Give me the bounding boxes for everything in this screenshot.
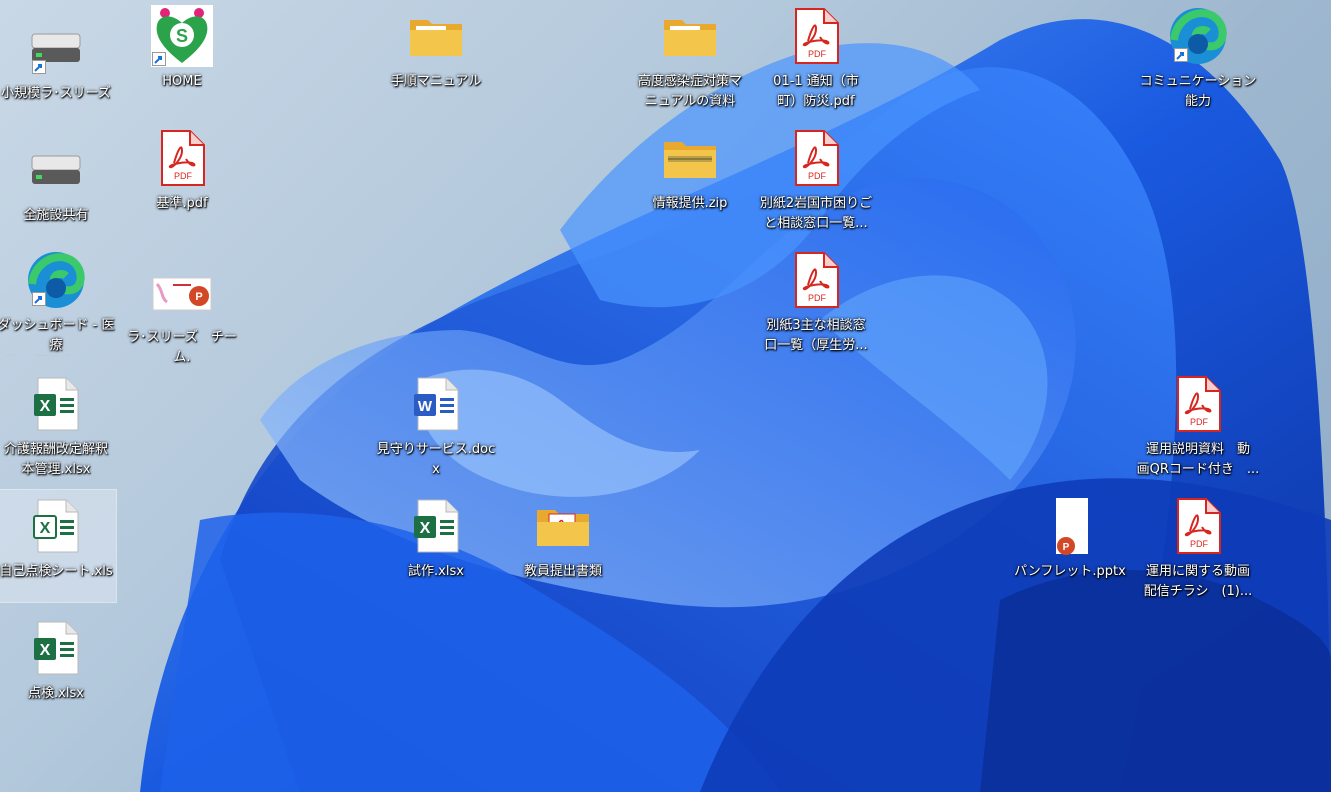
svg-text:X: X xyxy=(40,642,51,659)
edge-shortcut-icon xyxy=(24,248,88,312)
icon-label: 小規模ラ･スリーズ xyxy=(1,86,111,101)
pdf-badge-text: PDF xyxy=(1190,539,1209,549)
pdf-file-icon: PDF xyxy=(1166,372,1230,436)
icon-label: 点検.xlsx xyxy=(28,686,84,701)
icon-label: コミュニケーション能力 に対する企業と新... xyxy=(1139,74,1257,109)
drive-shortcut-icon xyxy=(24,138,88,202)
pdf-file-icon: PDF xyxy=(784,4,848,68)
desktop-icon-team-pptx[interactable]: P ラ･スリーズ チーム. pptx xyxy=(122,256,242,368)
icon-label: 自己点検シート.xls xyxy=(0,564,113,579)
pdf-file-icon: PDF xyxy=(784,126,848,190)
home-shortcut-icon: S xyxy=(150,4,214,68)
icon-label: 見守りサービス.docx xyxy=(376,442,496,477)
icon-label: 介護報酬改定解釈 本管理.xlsx xyxy=(3,442,108,477)
desktop-icon-shisaku-xlsx[interactable]: X 試作.xlsx xyxy=(376,490,496,602)
excel-file-icon: X xyxy=(404,494,468,558)
icon-label: ダッシュボード - 医療 法人 新生会 — ... xyxy=(0,318,115,353)
desktop-icon-bessi2-pdf[interactable]: PDF 別紙2岩国市困りご と相談窓口一覧... xyxy=(756,122,876,234)
excel-file-icon: X xyxy=(24,372,88,436)
svg-text:P: P xyxy=(195,291,202,303)
svg-text:X: X xyxy=(40,398,51,415)
icon-label: 高度感染症対策マ ニュアルの資料 xyxy=(637,74,742,109)
desktop-icon-operation-guide-pdf[interactable]: PDF 運用説明資料 動 画QRコード付き ... xyxy=(1136,368,1260,480)
svg-text:W: W xyxy=(418,398,433,415)
desktop-icon-video-flyer-pdf[interactable]: PDF 運用に関する動画 配信チラシ (1)... xyxy=(1138,490,1258,602)
pdf-badge-text: PDF xyxy=(1190,417,1209,427)
icon-label: HOME xyxy=(162,74,202,89)
pdf-badge-text: PDF xyxy=(174,171,193,181)
desktop-icon-info-zip[interactable]: 情報提供.zip xyxy=(630,122,750,234)
desktop-icon-bessi3-pdf[interactable]: PDF 別紙3主な相談窓 口一覧（厚生労... xyxy=(756,244,876,356)
icon-label: 別紙3主な相談窓 口一覧（厚生労... xyxy=(764,318,868,353)
desktop-icon-communication-shortcut[interactable]: コミュニケーション能力 に対する企業と新... xyxy=(1138,0,1258,112)
icon-label: 01-1 通知（市 町）防災.pdf xyxy=(773,74,859,109)
edge-shortcut-icon xyxy=(1166,4,1230,68)
icon-label: 試作.xlsx xyxy=(408,564,464,579)
icon-label: 基準.pdf xyxy=(156,196,208,211)
desktop-icon-kaigo-xlsx[interactable]: X 介護報酬改定解釈 本管理.xlsx xyxy=(0,368,116,480)
desktop-icon-kijun-pdf[interactable]: PDF 基準.pdf xyxy=(122,122,242,234)
folder-icon xyxy=(658,4,722,68)
desktop-icon-shared-all-facilities[interactable]: 全施設共有 xyxy=(0,134,116,246)
pdf-badge-text: PDF xyxy=(808,49,827,59)
excel-file-icon: X xyxy=(24,616,88,680)
svg-text:S: S xyxy=(176,26,188,46)
pptx-file-icon: P xyxy=(1038,494,1102,558)
drive-shortcut-icon xyxy=(24,16,88,80)
icon-label: 手順マニュアル xyxy=(390,74,482,89)
desktop-icon-procedure-manual-folder[interactable]: 手順マニュアル xyxy=(376,0,496,112)
desktop-icon-tenken-xlsx[interactable]: X 点検.xlsx xyxy=(0,612,116,724)
pdf-file-icon: PDF xyxy=(150,126,214,190)
folder-pdf-icon xyxy=(531,494,595,558)
svg-text:P: P xyxy=(1063,542,1070,553)
excel-file-icon: X xyxy=(24,494,88,558)
desktop-icon-small-scale-la-cerise[interactable]: 小規模ラ･スリーズ xyxy=(0,12,116,124)
pdf-badge-text: PDF xyxy=(808,171,827,181)
svg-text:X: X xyxy=(40,520,51,537)
icon-label: 教員提出書類 xyxy=(523,564,602,579)
zip-folder-icon xyxy=(658,126,722,190)
pdf-badge-text: PDF xyxy=(808,293,827,303)
desktop-wallpaper xyxy=(140,19,1331,792)
icon-label: 別紙2岩国市困りご と相談窓口一覧... xyxy=(759,196,873,231)
desktop-icon-bosai-pdf[interactable]: PDF 01-1 通知（市 町）防災.pdf xyxy=(756,0,876,112)
desktop-icon-home-shortcut[interactable]: S HOME xyxy=(122,0,242,112)
icon-label: パンフレット.pptx xyxy=(1014,564,1126,579)
icon-label: 運用説明資料 動 画QRコード付き ... xyxy=(1136,442,1260,477)
icon-label: 運用に関する動画 配信チラシ (1)... xyxy=(1143,564,1253,599)
pdf-file-icon: PDF xyxy=(784,248,848,312)
word-file-icon: W xyxy=(404,372,468,436)
desktop-icon-infection-manual-folder[interactable]: 高度感染症対策マ ニュアルの資料 xyxy=(630,0,750,112)
icon-label: 全施設共有 xyxy=(23,208,89,223)
desktop-icon-teacher-docs-folder[interactable]: 教員提出書類 xyxy=(503,490,623,602)
desktop-icon-self-check-xls[interactable]: X 自己点検シート.xls xyxy=(0,489,117,603)
desktop-icon-mimamori-docx[interactable]: W 見守りサービス.docx xyxy=(376,368,496,480)
icon-label: ラ･スリーズ チーム. pptx xyxy=(127,330,237,365)
desktop-icon-dashboard-shortcut[interactable]: ダッシュボード - 医療 法人 新生会 — ... xyxy=(0,244,116,356)
folder-icon xyxy=(404,4,468,68)
pdf-file-icon: PDF xyxy=(1166,494,1230,558)
svg-text:X: X xyxy=(420,520,431,537)
desktop-icon-pamphlet-pptx[interactable]: P パンフレット.pptx xyxy=(1010,490,1130,602)
pptx-thumbnail-icon: P xyxy=(150,260,214,324)
icon-label: 情報提供.zip xyxy=(652,196,728,211)
